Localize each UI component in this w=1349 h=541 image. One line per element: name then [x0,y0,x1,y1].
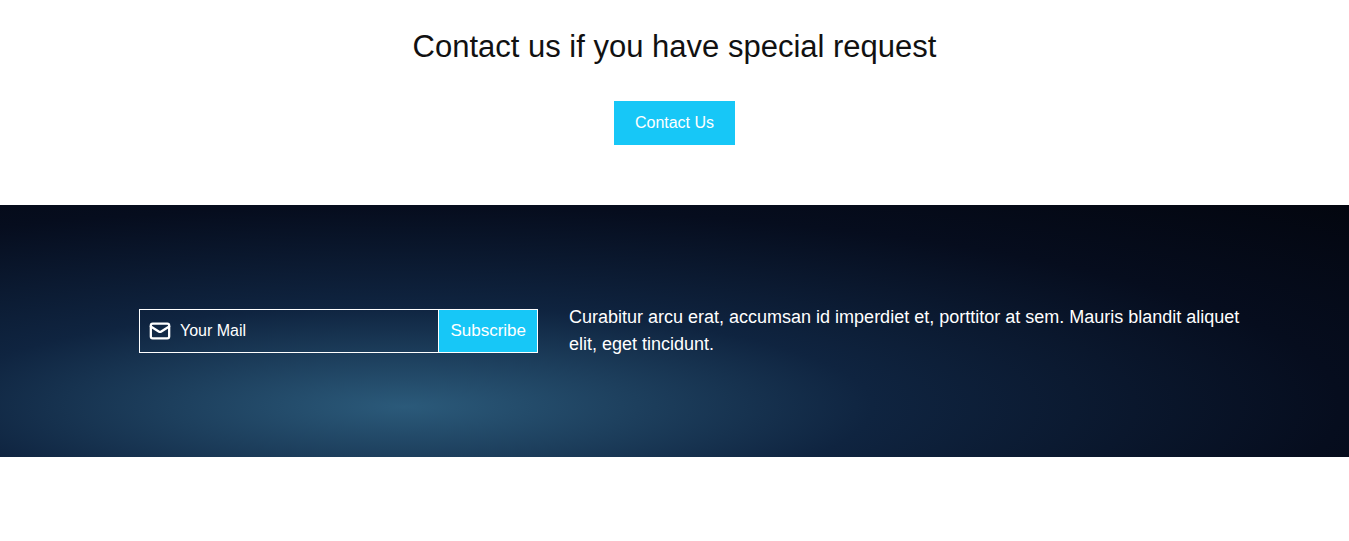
contact-heading: Contact us if you have special request [413,26,937,68]
email-input[interactable] [180,319,429,343]
newsletter-description: Curabitur arcu erat, accumsan id imperdi… [569,304,1259,358]
subscribe-button[interactable]: Subscribe [439,309,538,353]
contact-section: Contact us if you have special request Co… [0,0,1349,205]
mail-icon [149,320,171,342]
newsletter-band: Subscribe Curabitur arcu erat, accumsan i… [0,205,1349,457]
contact-button[interactable]: Contact Us [614,101,735,145]
page: Contact us if you have special request Co… [0,0,1349,541]
footer-space [0,457,1349,541]
subscribe-form: Subscribe [139,309,538,353]
email-field [139,309,439,353]
